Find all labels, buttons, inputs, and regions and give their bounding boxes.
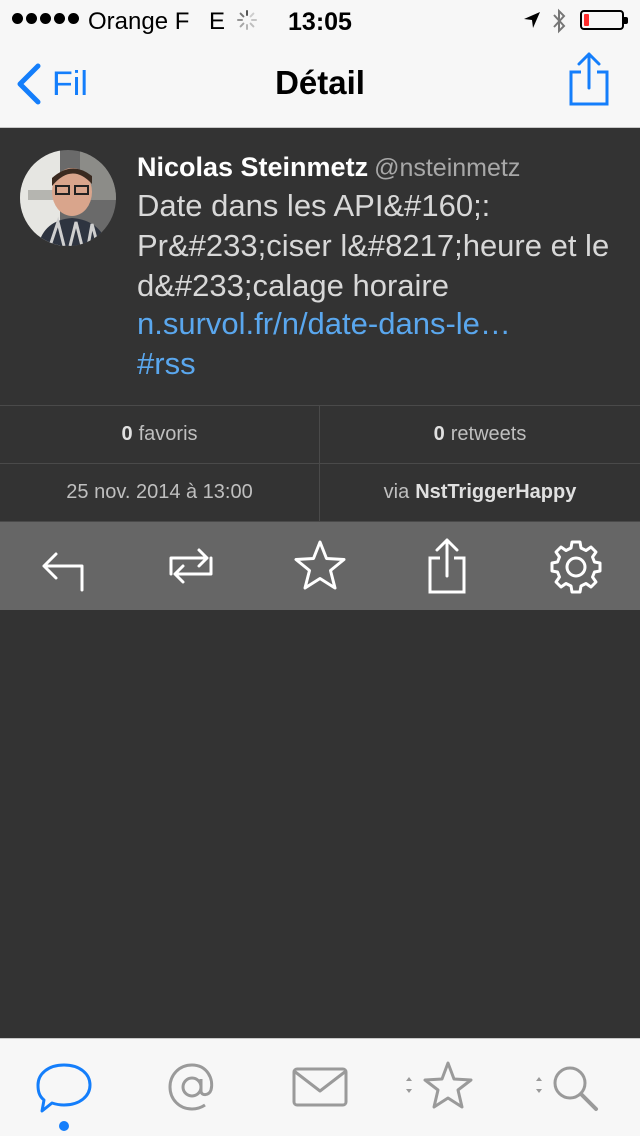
share-button[interactable] bbox=[566, 50, 612, 108]
retweets-stat[interactable]: 0 retweets bbox=[320, 406, 640, 464]
status-bar: Orange F E 13:05 bbox=[0, 0, 640, 40]
timeline-bubble-icon[interactable] bbox=[24, 1057, 104, 1117]
tweet-header: Nicolas Steinmetz @nsteinmetz bbox=[137, 152, 520, 183]
tweet-detail: Nicolas Steinmetz @nsteinmetz Date dans l… bbox=[0, 128, 640, 406]
share-icon[interactable] bbox=[418, 536, 478, 596]
author-handle[interactable]: @nsteinmetz bbox=[374, 154, 520, 182]
reply-icon[interactable] bbox=[34, 536, 94, 596]
favorites-count: 0 bbox=[121, 423, 133, 445]
tweet-date: 25 nov. 2014 à 13:00 bbox=[0, 464, 320, 522]
clock: 13:05 bbox=[288, 8, 352, 36]
search-magnifier-icon[interactable] bbox=[532, 1057, 612, 1117]
retweet-icon[interactable] bbox=[161, 536, 221, 596]
favorites-star-icon[interactable] bbox=[402, 1057, 482, 1117]
tab-bar bbox=[0, 1038, 640, 1136]
via-prefix: via bbox=[383, 481, 410, 503]
favorites-stat[interactable]: 0 favoris bbox=[0, 406, 320, 464]
author-name[interactable]: Nicolas Steinmetz bbox=[137, 152, 368, 182]
page-title: Détail bbox=[275, 64, 365, 101]
tweet-source[interactable]: via NstTriggerHappy bbox=[320, 464, 640, 522]
tweet-actions-bar bbox=[0, 522, 640, 610]
retweets-count: 0 bbox=[433, 423, 445, 445]
location-arrow-icon bbox=[524, 12, 540, 28]
tweet-link[interactable]: n.survol.fr/n/date-dans-le… bbox=[137, 306, 511, 342]
retweets-label: retweets bbox=[450, 423, 527, 445]
active-tab-indicator bbox=[59, 1121, 69, 1131]
via-app: NstTriggerHappy bbox=[415, 481, 577, 503]
tweet-date-text: 25 nov. 2014 à 13:00 bbox=[66, 481, 253, 503]
messages-envelope-icon[interactable] bbox=[280, 1057, 360, 1117]
battery-icon bbox=[580, 10, 628, 30]
navigation-header: Orange F E 13:05 Fil Détail bbox=[0, 0, 640, 128]
tweet-stats: 0 favoris 0 retweets 25 nov. 2014 à 13:00 … bbox=[0, 406, 640, 522]
favorite-star-icon[interactable] bbox=[290, 536, 350, 596]
tweet-text: Date dans les API&#160;: Pr&#233;ciser l… bbox=[137, 188, 610, 303]
settings-gear-icon[interactable] bbox=[546, 536, 606, 596]
bluetooth-icon bbox=[553, 8, 566, 34]
tweet-hashtag[interactable]: #rss bbox=[137, 346, 196, 382]
avatar[interactable] bbox=[20, 150, 116, 246]
favorites-label: favoris bbox=[138, 423, 198, 445]
mentions-at-icon[interactable] bbox=[152, 1057, 232, 1117]
